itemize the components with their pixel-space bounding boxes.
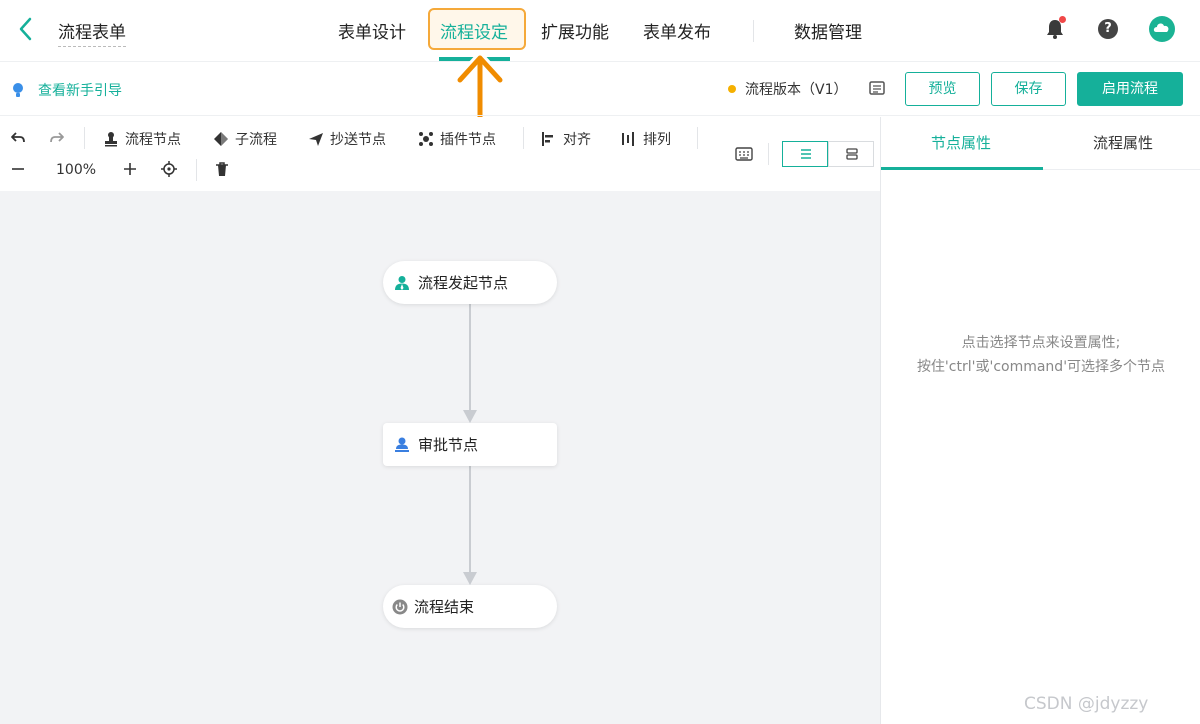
arrange-button[interactable]: 排列 — [621, 129, 671, 149]
notification-dot — [1059, 16, 1066, 23]
arrange-label: 排列 — [643, 132, 671, 148]
app-title: 流程表单 — [58, 18, 126, 47]
secondary-bar: 查看新手引导 流程版本（V1） 预览 保存 启用流程 — [0, 62, 1200, 116]
add-cc-node-button[interactable]: 抄送节点 — [308, 129, 386, 149]
tab-data-management[interactable]: 数据管理 — [794, 18, 862, 43]
zoom-level: 100% — [56, 162, 97, 178]
nav-divider — [753, 20, 754, 42]
plugin-icon — [419, 132, 433, 146]
toolbar-divider — [84, 127, 85, 149]
version-status-dot — [728, 85, 736, 93]
hint-line-1: 点击选择节点来设置属性; — [961, 335, 1121, 351]
power-end-icon — [392, 599, 408, 614]
cc-node-label: 抄送节点 — [330, 132, 386, 148]
flow-node-label: 流程节点 — [125, 132, 181, 148]
flow-edge-arrowhead — [463, 410, 477, 423]
locate-center-icon[interactable] — [161, 161, 183, 177]
version-notes-icon[interactable] — [868, 80, 886, 98]
end-node[interactable]: 流程结束 — [383, 585, 557, 628]
flow-edge — [469, 466, 471, 573]
watermark: CSDN @jdyzzy — [1024, 694, 1149, 714]
toolbar-divider — [697, 127, 698, 149]
undo-icon[interactable] — [10, 129, 32, 145]
add-flow-node-button[interactable]: 流程节点 — [103, 129, 181, 149]
keyboard-shortcuts-icon[interactable] — [735, 147, 759, 161]
top-navigation-bar: 流程表单 表单设计 流程设定 扩展功能 表单发布 数据管理 ? — [0, 0, 1200, 62]
zoom-in-icon[interactable] — [122, 161, 144, 177]
plugin-node-label: 插件节点 — [440, 132, 496, 148]
list-view-toggle[interactable] — [782, 141, 828, 167]
beginner-guide-link[interactable]: 查看新手引导 — [38, 80, 122, 100]
start-node[interactable]: 流程发起节点 — [383, 261, 557, 304]
flow-canvas[interactable]: 流程发起节点 审批节点 流程结束 — [0, 191, 880, 724]
help-icon[interactable]: ? — [1098, 19, 1118, 39]
preview-button[interactable]: 预览 — [905, 72, 980, 106]
back-arrow-icon[interactable] — [14, 14, 38, 44]
flow-version-label[interactable]: 流程版本（V1） — [745, 79, 847, 99]
align-icon — [542, 132, 553, 146]
approver-user-icon — [395, 437, 409, 452]
list-lines-icon — [801, 149, 811, 159]
editor-toolbar: 流程节点 子流程 抄送节点 插件节点 对齐 排列 100% — [0, 117, 880, 191]
card-view-toggle[interactable] — [828, 141, 874, 167]
align-label: 对齐 — [563, 132, 591, 148]
panel-hint: 点击选择节点来设置属性; 按住'ctrl'或'command'可选择多个节点 — [881, 331, 1200, 379]
lightbulb-icon — [13, 83, 23, 97]
arrange-icon — [622, 132, 634, 146]
redo-icon[interactable] — [49, 129, 71, 145]
user-avatar-icon[interactable] — [1149, 16, 1175, 42]
flow-edge-arrowhead — [463, 572, 477, 585]
delete-trash-icon[interactable] — [214, 161, 236, 177]
subflow-diamond-icon — [214, 132, 228, 146]
approval-node[interactable]: 审批节点 — [383, 423, 557, 466]
node-label: 流程发起节点 — [418, 274, 509, 292]
flow-edge — [469, 304, 471, 410]
toolbar-divider — [196, 159, 197, 181]
node-label: 审批节点 — [418, 436, 479, 454]
add-plugin-node-button[interactable]: 插件节点 — [418, 129, 496, 149]
tab-flow-settings[interactable]: 流程设定 — [440, 18, 508, 43]
initiator-user-icon — [395, 275, 409, 290]
tab-extensions[interactable]: 扩展功能 — [541, 18, 609, 43]
toolbar-divider — [768, 143, 769, 165]
tab-form-publish[interactable]: 表单发布 — [643, 18, 711, 43]
enable-flow-button[interactable]: 启用流程 — [1077, 72, 1183, 106]
stamp-icon — [105, 132, 117, 147]
align-button[interactable]: 对齐 — [541, 129, 591, 149]
tab-node-properties[interactable]: 节点属性 — [881, 117, 1041, 169]
node-label: 流程结束 — [414, 598, 475, 616]
tab-flow-properties[interactable]: 流程属性 — [1043, 117, 1200, 169]
zoom-out-icon[interactable] — [10, 161, 32, 177]
add-subflow-button[interactable]: 子流程 — [213, 129, 277, 149]
save-button[interactable]: 保存 — [991, 72, 1066, 106]
send-plane-icon — [309, 133, 323, 146]
card-stack-icon — [846, 148, 858, 160]
hint-line-2: 按住'ctrl'或'command'可选择多个节点 — [916, 359, 1166, 375]
subflow-label: 子流程 — [235, 132, 277, 148]
toolbar-divider — [523, 127, 524, 149]
properties-panel: 节点属性 流程属性 点击选择节点来设置属性; 按住'ctrl'或'command… — [880, 117, 1200, 724]
panel-tab-underline — [881, 167, 1043, 170]
tab-form-design[interactable]: 表单设计 — [338, 18, 406, 43]
